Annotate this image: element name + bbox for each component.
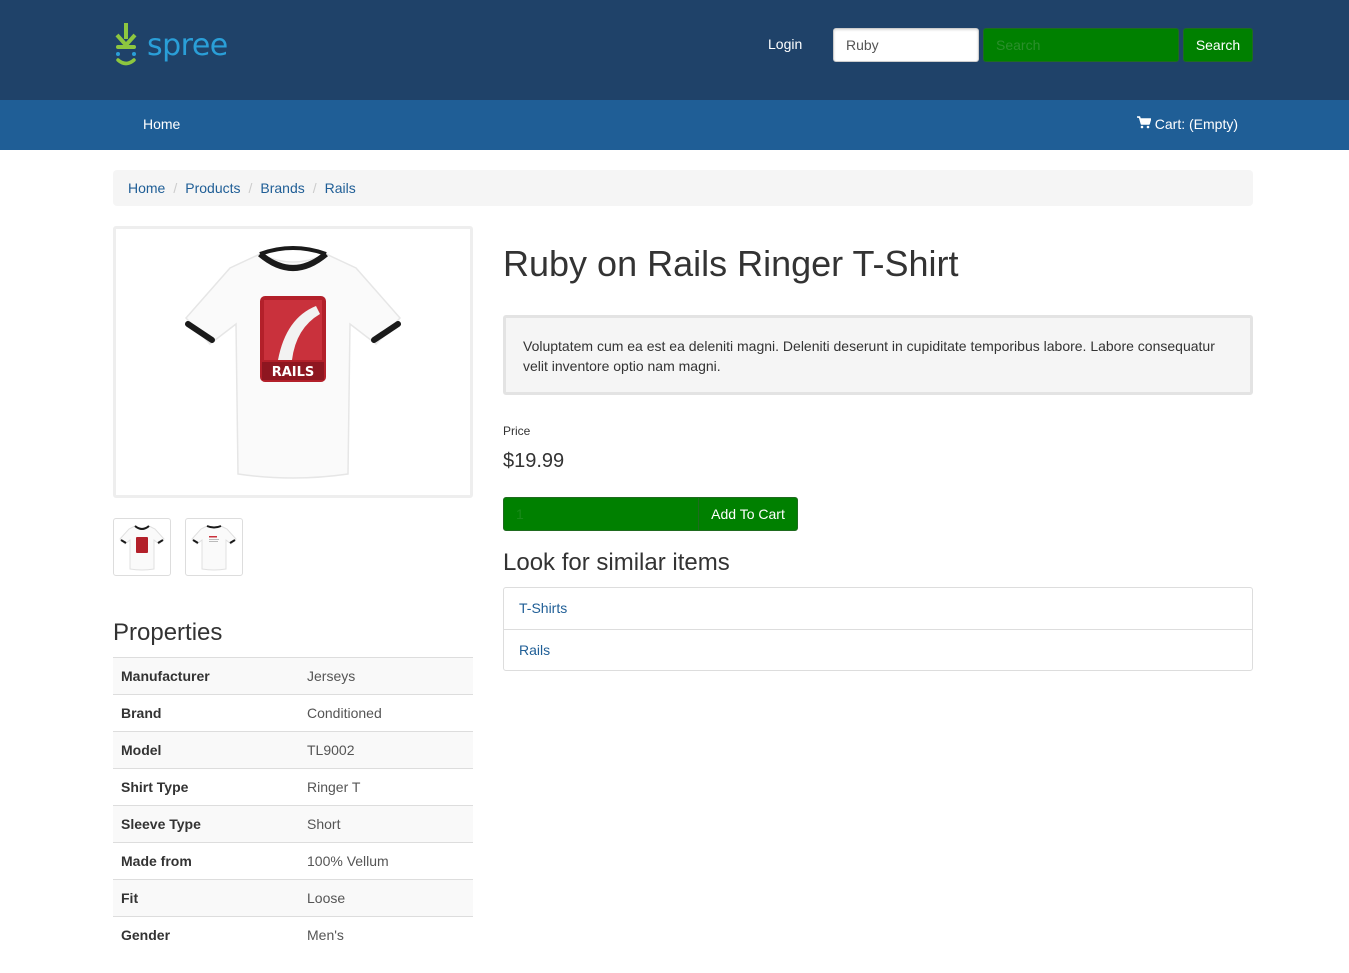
property-row: Sleeve Type Short bbox=[113, 805, 473, 843]
property-row: Model TL9002 bbox=[113, 731, 473, 769]
similar-item-t-shirts[interactable]: T-Shirts bbox=[504, 588, 1252, 629]
breadcrumb-separator: / bbox=[173, 180, 178, 196]
product-main-image[interactable]: RAILS bbox=[113, 226, 473, 498]
property-name: Gender bbox=[113, 916, 299, 954]
property-value: Loose bbox=[299, 879, 473, 917]
nav-home-link[interactable]: Home bbox=[143, 116, 180, 132]
site-header: spree Login Ruby Search bbox=[0, 0, 1349, 100]
price-value: $19.99 bbox=[503, 450, 565, 472]
property-name: Sleeve Type bbox=[113, 805, 299, 843]
thumbnail-front[interactable] bbox=[113, 518, 171, 576]
property-name: Brand bbox=[113, 694, 299, 732]
cart-label: Cart: (Empty) bbox=[1154, 116, 1238, 132]
login-link[interactable]: Login bbox=[768, 36, 802, 52]
properties-heading: Properties bbox=[113, 619, 223, 646]
breadcrumb-rails[interactable]: Rails bbox=[325, 180, 356, 196]
similar-items-list: T-Shirts Rails bbox=[503, 587, 1253, 671]
product-title: Ruby on Rails Ringer T-Shirt bbox=[503, 243, 959, 284]
property-name: Made from bbox=[113, 842, 299, 880]
similar-item-rails[interactable]: Rails bbox=[504, 629, 1252, 670]
property-value: TL9002 bbox=[299, 731, 473, 769]
breadcrumb: Home / Products / Brands / Rails bbox=[113, 170, 1253, 206]
quantity-input[interactable] bbox=[503, 497, 699, 531]
breadcrumb-home[interactable]: Home bbox=[128, 180, 165, 196]
logo-text: spree bbox=[147, 28, 228, 63]
property-value: Conditioned bbox=[299, 694, 473, 732]
search-button[interactable]: Search bbox=[1183, 28, 1253, 62]
rails-logo-text: RAILS bbox=[272, 365, 315, 380]
breadcrumb-products[interactable]: Products bbox=[185, 180, 240, 196]
cart-link[interactable]: Cart: (Empty) bbox=[1136, 115, 1238, 132]
tshirt-back-thumbnail-icon bbox=[191, 525, 237, 571]
spree-logo-icon bbox=[115, 23, 137, 66]
property-value: Ringer T bbox=[299, 768, 473, 806]
property-row: Brand Conditioned bbox=[113, 694, 473, 732]
breadcrumb-brands[interactable]: Brands bbox=[260, 180, 304, 196]
taxon-select[interactable]: Ruby bbox=[833, 28, 979, 62]
tshirt-image: RAILS bbox=[184, 246, 402, 479]
spree-logo[interactable]: spree bbox=[113, 20, 231, 70]
search-input[interactable] bbox=[983, 28, 1179, 62]
similar-items-heading: Look for similar items bbox=[503, 549, 730, 576]
thumbnail-back[interactable] bbox=[185, 518, 243, 576]
property-name: Manufacturer bbox=[113, 657, 299, 695]
property-row: Made from 100% Vellum bbox=[113, 842, 473, 880]
property-row: Shirt Type Ringer T bbox=[113, 768, 473, 806]
property-row: Gender Men's bbox=[113, 916, 473, 954]
property-name: Model bbox=[113, 731, 299, 769]
breadcrumb-separator: / bbox=[248, 180, 253, 196]
property-value: Jerseys bbox=[299, 657, 473, 695]
price-label: Price bbox=[503, 424, 531, 438]
main-nav: Home Cart: (Empty) bbox=[0, 100, 1349, 150]
properties-table: Manufacturer Jerseys Brand Conditioned Model… bbox=[113, 657, 473, 954]
cart-icon bbox=[1136, 115, 1151, 128]
product-description: Voluptatem cum ea est ea deleniti magni.… bbox=[503, 315, 1253, 395]
breadcrumb-separator: / bbox=[312, 180, 317, 196]
property-value: 100% Vellum bbox=[299, 842, 473, 880]
property-row: Manufacturer Jerseys bbox=[113, 657, 473, 695]
tshirt-thumbnail-icon bbox=[119, 525, 165, 571]
property-name: Shirt Type bbox=[113, 768, 299, 806]
property-name: Fit bbox=[113, 879, 299, 917]
add-to-cart-button[interactable]: Add To Cart bbox=[698, 497, 798, 531]
property-value: Short bbox=[299, 805, 473, 843]
property-value: Men's bbox=[299, 916, 473, 954]
property-row: Fit Loose bbox=[113, 879, 473, 917]
